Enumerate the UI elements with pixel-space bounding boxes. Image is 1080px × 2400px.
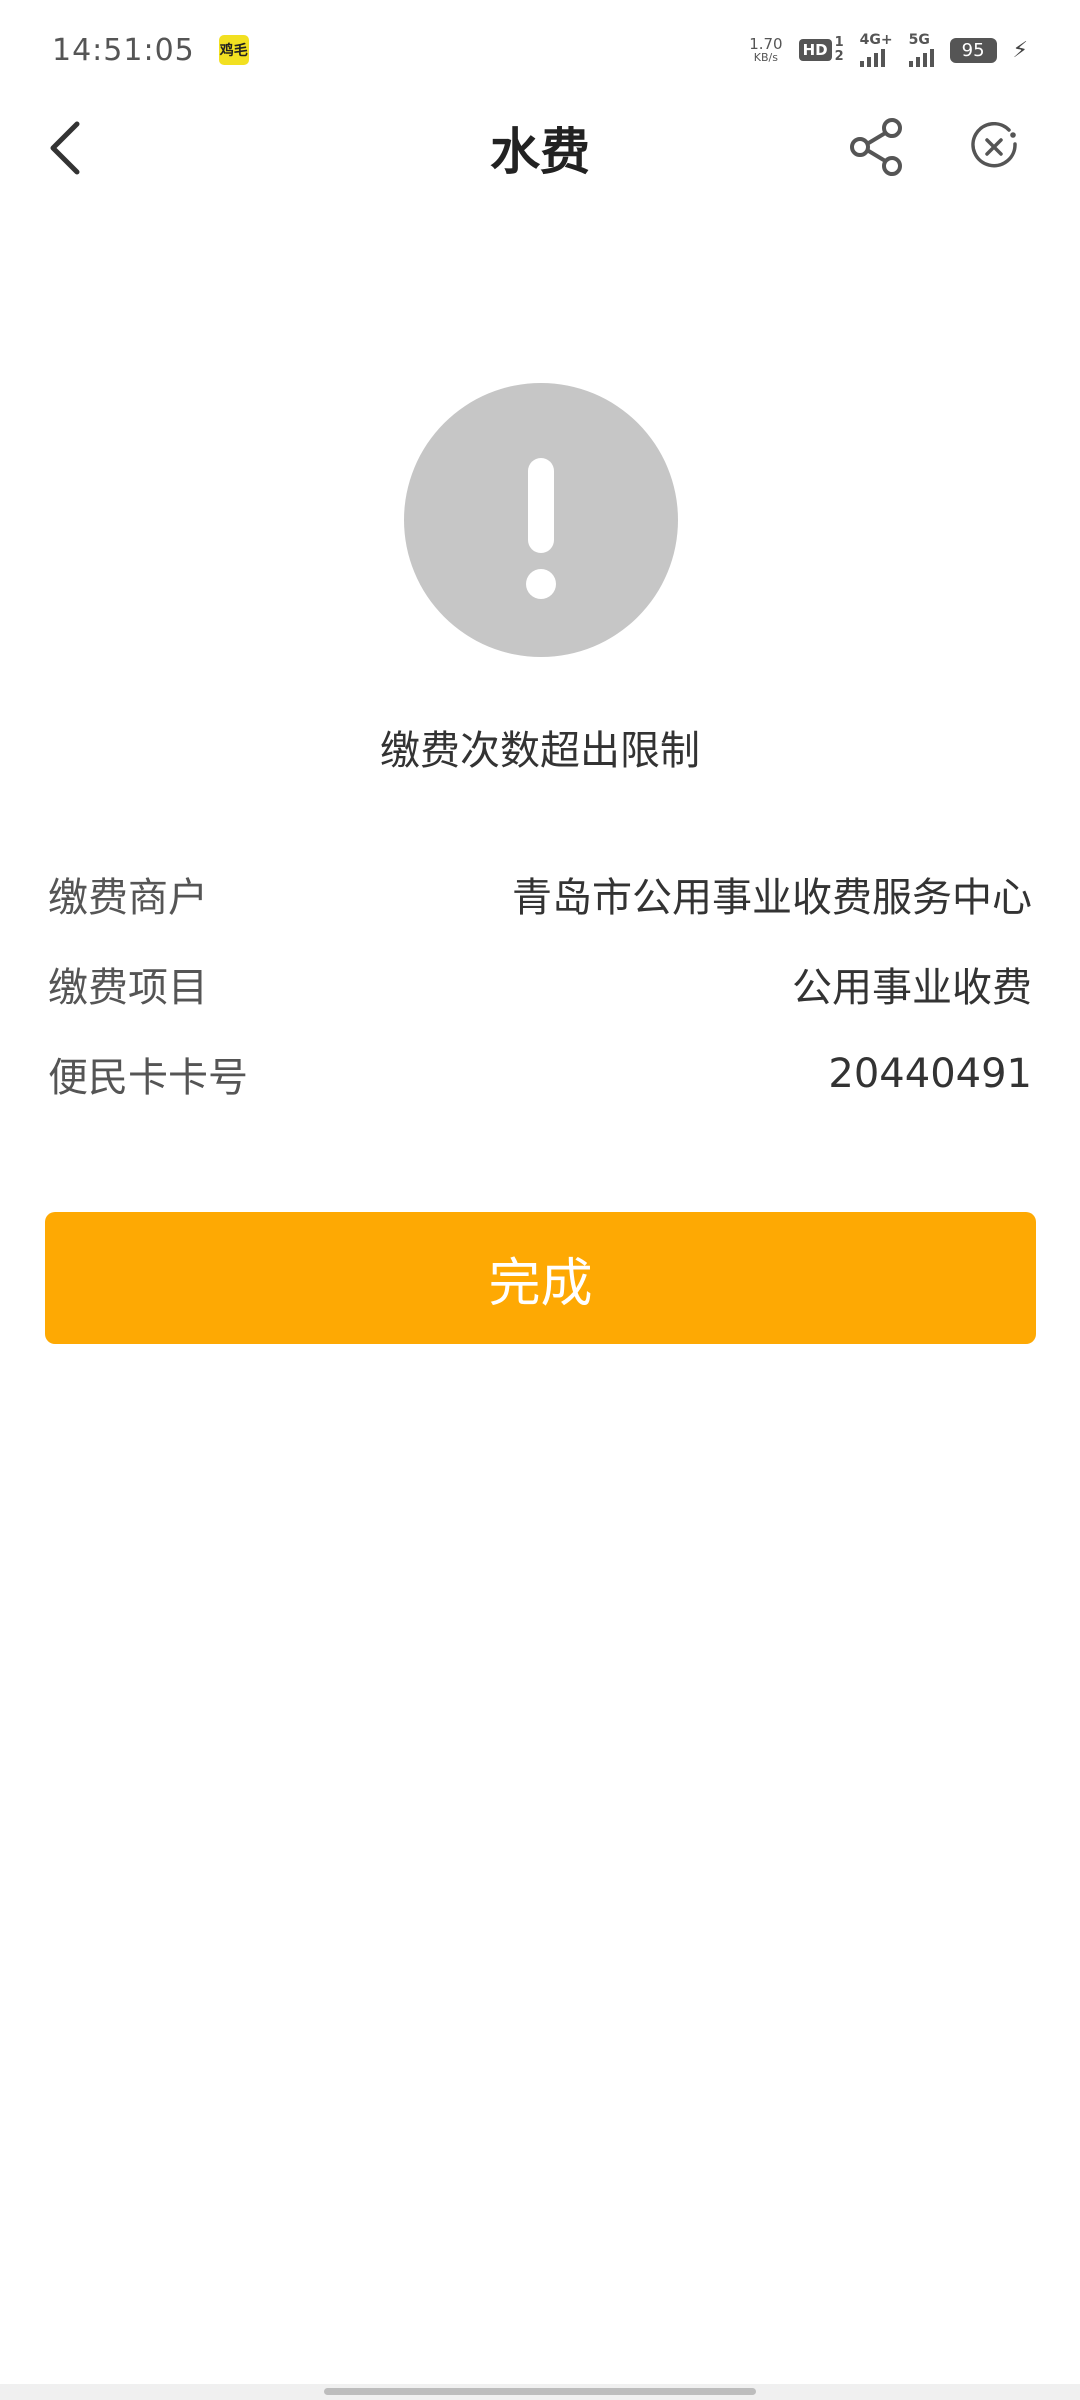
nav-bar: 水费 (0, 100, 1080, 195)
notification-app-icon: 鸡毛 (218, 35, 249, 65)
detail-row-merchant: 缴费商户 青岛市公用事业收费服务中心 (48, 864, 1032, 924)
signal-4g-label: 4G+ (859, 32, 893, 48)
detail-label: 缴费商户 (48, 875, 208, 921)
hd-voice-icon: HD 1 2 (798, 35, 844, 64)
status-bar-right: 1.70 KB/s HD 1 2 4G+ 5G 95 ⚡ (749, 33, 1028, 67)
status-bar-left: 14:51:05 鸡毛 (52, 33, 249, 68)
close-button[interactable] (962, 115, 1026, 179)
close-circle-icon (971, 122, 1017, 168)
bolt-icon: ⚡ (1012, 37, 1028, 63)
result-message: 缴费次数超出限制 (380, 728, 700, 774)
detail-value: 公用事业收费 (792, 965, 1032, 1011)
status-time: 14:51:05 (52, 32, 195, 68)
signal-5g-icon: 5G (908, 32, 934, 67)
signal-4g-icon: 4G+ (859, 32, 893, 67)
signal-5g-label: 5G (908, 32, 930, 48)
share-button[interactable] (845, 115, 909, 179)
battery-icon: 95 (949, 37, 997, 63)
home-indicator[interactable] (324, 2388, 756, 2395)
done-button[interactable]: 完成 (45, 1212, 1036, 1344)
detail-value: 青岛市公用事业收费服务中心 (512, 875, 1032, 921)
network-speed-value: 1.70 (749, 35, 783, 53)
network-speed: 1.70 KB/s (749, 35, 783, 64)
exclamation-icon (404, 383, 678, 657)
detail-row-item: 缴费项目 公用事业收费 (48, 954, 1032, 1014)
page-title: 水费 (490, 123, 590, 181)
detail-label: 缴费项目 (48, 965, 208, 1011)
detail-label: 便民卡卡号 (48, 1055, 248, 1101)
status-bar: 14:51:05 鸡毛 1.70 KB/s HD 1 2 4G+ 5G 95 ⚡ (0, 0, 1080, 100)
hd-sim-bottom: 2 (834, 49, 844, 64)
share-icon (850, 118, 902, 176)
hd-label: HD (798, 39, 832, 61)
network-speed-unit: KB/s (753, 51, 778, 64)
detail-row-card-number: 便民卡卡号 20440491 (48, 1044, 1032, 1104)
detail-value: 20440491 (828, 1051, 1032, 1097)
hd-sim-top: 1 (834, 35, 844, 51)
